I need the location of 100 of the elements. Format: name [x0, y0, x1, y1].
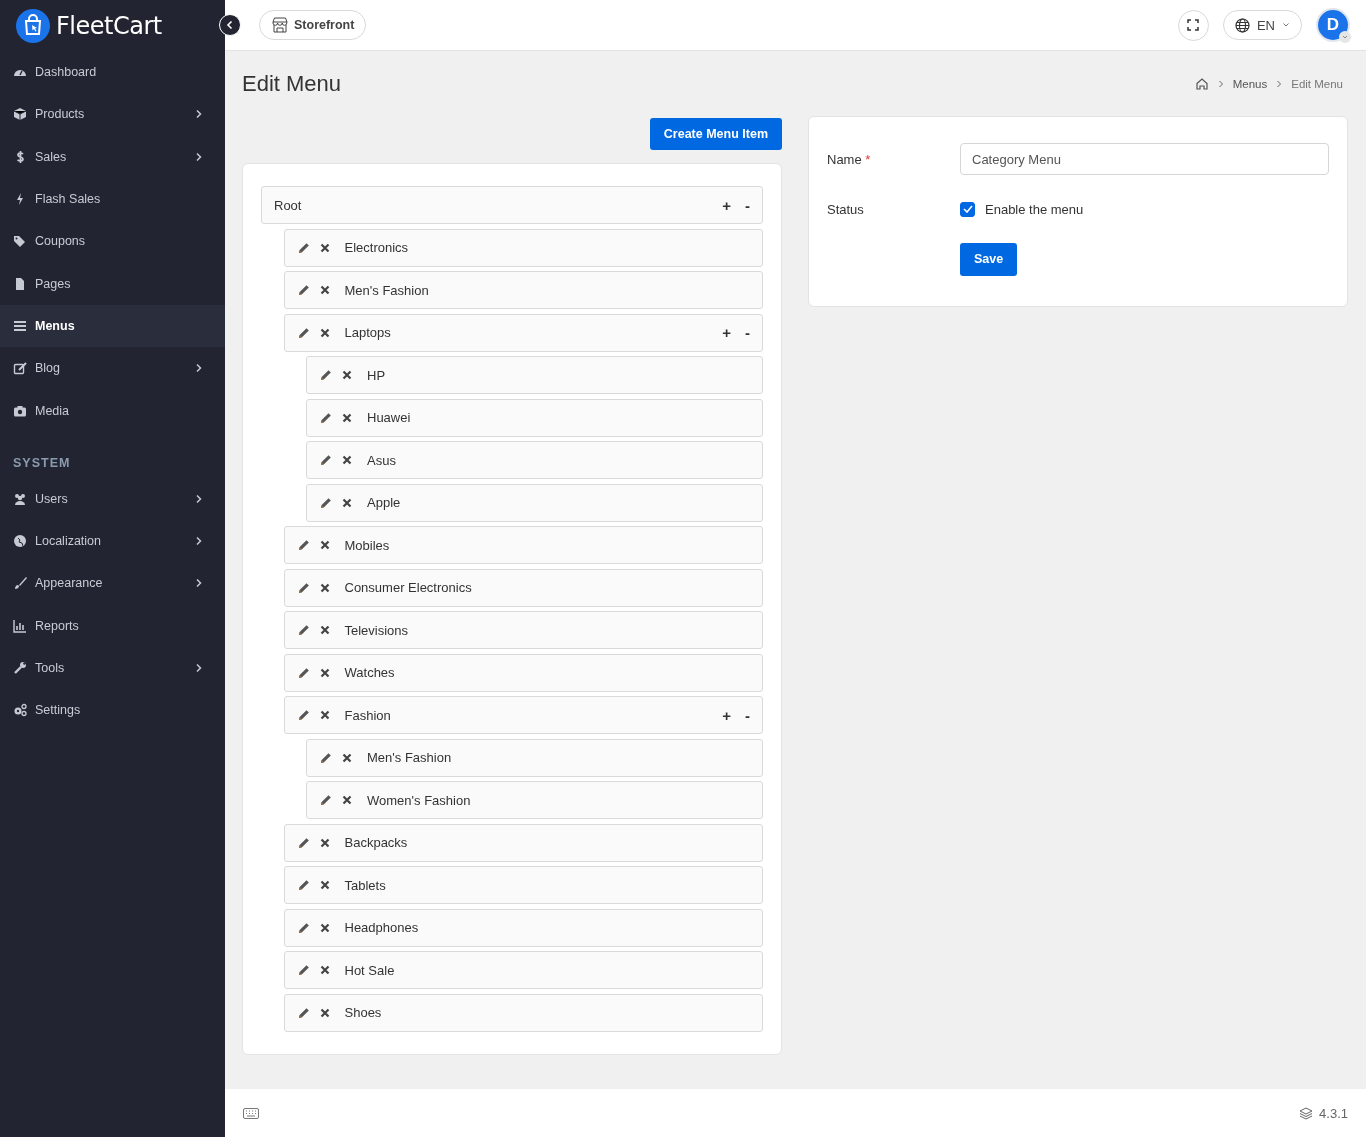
pencil-icon[interactable]	[297, 836, 310, 849]
pencil-icon[interactable]	[297, 326, 310, 339]
fullscreen-button[interactable]	[1177, 9, 1209, 41]
delete-icon[interactable]	[319, 242, 330, 253]
pencil-icon[interactable]	[320, 751, 332, 764]
sidebar-item[interactable]: Settings	[0, 689, 225, 732]
menu-item[interactable]: Watches	[283, 653, 763, 692]
root-item[interactable]: Root + -	[261, 186, 763, 224]
sidebar-item[interactable]: Reports	[0, 604, 225, 647]
home-icon[interactable]	[1194, 76, 1209, 91]
menu-item[interactable]: Women's Fashion	[306, 781, 763, 819]
sidebar-item[interactable]: Tools	[0, 646, 225, 690]
sidebar-item[interactable]: Sales	[0, 135, 225, 178]
menu-item[interactable]: Asus	[306, 441, 763, 479]
menu-item[interactable]: Men's Fashion	[283, 271, 763, 309]
delete-icon[interactable]	[319, 667, 330, 678]
delete-icon[interactable]	[342, 455, 352, 465]
pencil-icon[interactable]	[297, 666, 310, 679]
delete-icon[interactable]	[319, 922, 330, 933]
menu-item[interactable]: Headphones	[283, 908, 763, 947]
delete-icon[interactable]	[342, 752, 352, 763]
sidebar-item[interactable]: Menus	[0, 304, 225, 348]
delete-icon[interactable]	[342, 370, 352, 380]
menu-item[interactable]: Shoes	[283, 993, 763, 1032]
pencil-icon[interactable]	[297, 921, 310, 934]
sidebar-item[interactable]: Localization	[0, 519, 225, 563]
menu-item[interactable]: Televisions	[283, 611, 763, 649]
keyboard-icon[interactable]	[243, 1107, 259, 1119]
language-selector[interactable]: EN	[1222, 10, 1302, 40]
delete-icon[interactable]	[319, 540, 330, 550]
sidebar-item[interactable]: Users	[0, 477, 225, 520]
fullscreen-icon	[1187, 19, 1200, 31]
menu-item[interactable]: Fashion + -	[283, 696, 763, 734]
sidebar-item[interactable]: Coupons	[0, 220, 225, 263]
delete-icon[interactable]	[319, 880, 330, 890]
create-menu-item-button[interactable]: Create Menu Item	[649, 118, 782, 150]
delete-icon[interactable]	[342, 497, 352, 508]
sidebar-item[interactable]: Pages	[0, 262, 225, 305]
delete-icon[interactable]	[319, 837, 330, 848]
name-input[interactable]: Category Menu	[960, 143, 1329, 175]
chevron-left-icon	[225, 20, 235, 30]
sidebar-item[interactable]: Products	[0, 93, 225, 136]
pencil-icon[interactable]	[297, 879, 310, 891]
sidebar-item[interactable]: Appearance	[0, 562, 225, 605]
user-avatar[interactable]: D	[1316, 8, 1350, 42]
pencil-icon[interactable]	[320, 496, 332, 509]
chevron-right-icon	[1276, 79, 1283, 88]
section-heading: SYSTEM	[12, 454, 72, 472]
pencil-icon[interactable]	[320, 369, 332, 381]
pencil-icon[interactable]	[297, 964, 310, 976]
menu-item[interactable]: Consumer Electronics	[283, 568, 763, 607]
menu-item[interactable]: Apple	[306, 483, 763, 522]
menu-item[interactable]: HP	[306, 356, 763, 394]
expand-all-button[interactable]: +	[720, 197, 733, 213]
delete-icon[interactable]	[342, 412, 352, 423]
pencil-icon[interactable]	[320, 454, 332, 466]
delete-icon[interactable]	[342, 795, 352, 805]
menu-item[interactable]: Tablets	[283, 866, 763, 904]
sidebar-item[interactable]: Media	[0, 389, 225, 432]
storefront-button[interactable]: Storefront	[259, 10, 367, 40]
delete-icon[interactable]	[319, 327, 330, 338]
menu-item[interactable]: Laptops + -	[283, 313, 763, 352]
menu-item[interactable]: Huawei	[306, 398, 763, 437]
pencil-icon[interactable]	[297, 581, 310, 594]
expand-all-button[interactable]: +	[720, 325, 733, 340]
sidebar-item[interactable]: Flash Sales	[0, 177, 225, 221]
pencil-icon[interactable]	[297, 539, 310, 551]
menu-item[interactable]: Backpacks	[283, 823, 763, 862]
menu-item[interactable]: Men's Fashion	[306, 738, 763, 777]
pencil-icon[interactable]	[297, 284, 310, 296]
menu-item[interactable]: Mobiles	[283, 526, 763, 564]
collapse-all-button[interactable]: -	[743, 325, 752, 340]
menu-item[interactable]: Electronics	[283, 228, 763, 267]
pencil-icon[interactable]	[320, 411, 332, 424]
camera-icon	[13, 403, 27, 418]
pencil-icon[interactable]	[297, 1006, 310, 1019]
pencil-icon[interactable]	[320, 794, 332, 806]
menu-item[interactable]: Hot Sale	[283, 951, 763, 989]
expand-all-button[interactable]: +	[720, 707, 733, 723]
collapse-all-button[interactable]: -	[743, 197, 752, 213]
sidebar-item[interactable]: Dashboard	[0, 51, 225, 94]
wrench-icon	[13, 661, 27, 675]
delete-icon[interactable]	[319, 1007, 330, 1018]
pencil-icon[interactable]	[297, 624, 310, 636]
sidebar-item[interactable]: Blog	[0, 347, 225, 390]
box-icon	[13, 107, 27, 122]
tag-icon	[13, 234, 27, 249]
delete-icon[interactable]	[319, 285, 330, 295]
delete-icon[interactable]	[319, 965, 330, 975]
enable-checkbox[interactable]	[960, 201, 975, 217]
delete-icon[interactable]	[319, 582, 330, 593]
breadcrumb-link[interactable]: Menus	[1232, 77, 1268, 90]
name-label: Name	[827, 151, 862, 167]
delete-icon[interactable]	[319, 625, 330, 635]
enable-menu-label: Enable the menu	[985, 201, 1084, 217]
pencil-icon[interactable]	[297, 241, 310, 254]
delete-icon[interactable]	[319, 710, 330, 720]
save-button[interactable]: Save	[960, 242, 1018, 276]
collapse-all-button[interactable]: -	[743, 707, 752, 723]
pencil-icon[interactable]	[297, 709, 310, 721]
